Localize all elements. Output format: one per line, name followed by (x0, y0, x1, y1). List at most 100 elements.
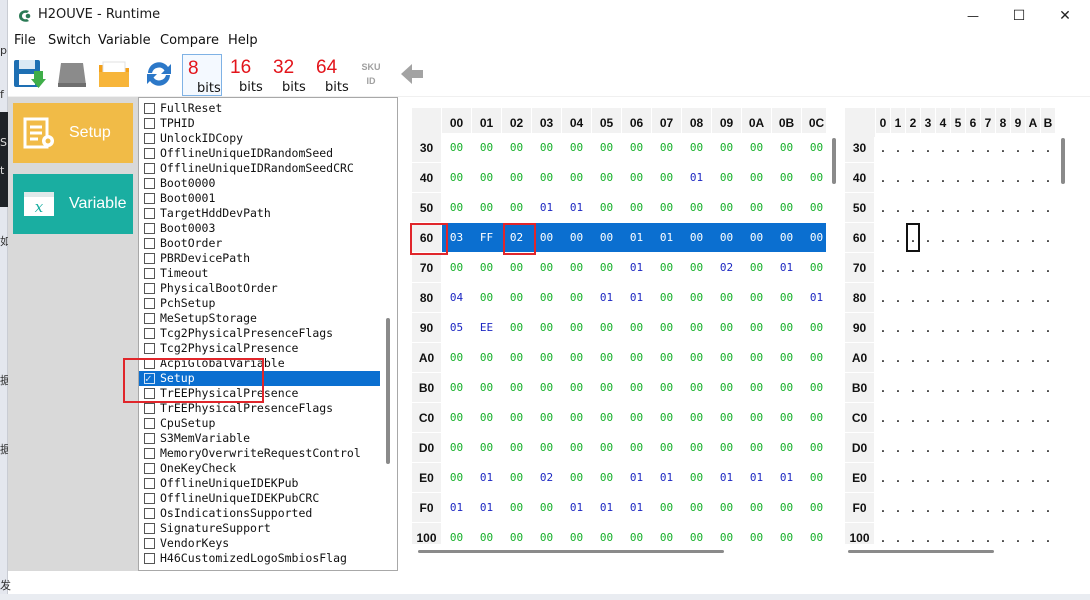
hex-cell[interactable]: 00 (562, 133, 591, 162)
ascii-row-address[interactable]: 80 (845, 283, 874, 312)
hex-cell[interactable]: 00 (502, 283, 531, 312)
ascii-cell[interactable]: . (1041, 493, 1055, 522)
hex-cell[interactable]: 00 (652, 343, 681, 372)
ascii-row-address[interactable]: 100 (845, 523, 874, 544)
variable-item[interactable]: Tcg2PhysicalPresenceFlags (139, 326, 380, 341)
hex-cell[interactable]: 00 (742, 283, 771, 312)
hex-cell[interactable]: 00 (532, 163, 561, 192)
ascii-row-address[interactable]: 90 (845, 313, 874, 342)
hex-cell[interactable]: 00 (742, 433, 771, 462)
hex-cell[interactable]: 00 (532, 403, 561, 432)
ascii-cell[interactable]: . (1011, 523, 1025, 544)
bits-64-button[interactable]: 64 bits (311, 54, 351, 96)
hex-cell[interactable]: 00 (592, 163, 621, 192)
hex-cell[interactable]: 00 (802, 523, 826, 544)
variable-checkbox[interactable] (144, 208, 155, 219)
ascii-vertical-scrollbar[interactable] (1061, 138, 1065, 184)
hex-cell[interactable]: 01 (772, 463, 801, 492)
save-icon[interactable] (12, 57, 46, 91)
ascii-cell[interactable]: . (966, 343, 980, 372)
hex-cell[interactable]: 00 (712, 373, 741, 402)
hex-cell[interactable]: 00 (802, 493, 826, 522)
hex-cell[interactable]: 00 (442, 133, 471, 162)
hex-row-address[interactable]: 90 (412, 313, 441, 342)
minimize-button[interactable]: — (950, 0, 996, 31)
hex-cell[interactable]: 00 (772, 403, 801, 432)
variable-item[interactable]: VendorKeys (139, 536, 380, 551)
ascii-cell[interactable]: . (876, 493, 890, 522)
ascii-cell[interactable]: . (891, 193, 905, 222)
ascii-cell[interactable]: . (951, 343, 965, 372)
hex-cell[interactable]: 00 (502, 193, 531, 222)
hex-cell[interactable]: 00 (592, 373, 621, 402)
variable-checkbox[interactable] (144, 538, 155, 549)
ascii-cell[interactable]: . (1041, 313, 1055, 342)
variable-item[interactable]: TPHID (139, 116, 380, 131)
hex-cell[interactable]: 00 (532, 133, 561, 162)
ascii-cell[interactable]: . (936, 253, 950, 282)
hex-cell[interactable]: 00 (652, 433, 681, 462)
hex-cell[interactable]: 02 (532, 463, 561, 492)
variable-checkbox[interactable] (144, 163, 155, 174)
hex-cell[interactable]: 00 (562, 433, 591, 462)
hex-cell[interactable]: 00 (502, 313, 531, 342)
ascii-cell[interactable]: . (981, 223, 995, 252)
ascii-cell[interactable]: . (936, 403, 950, 432)
ascii-cell[interactable]: . (1041, 253, 1055, 282)
ascii-cell[interactable]: . (951, 163, 965, 192)
hex-cell[interactable]: 00 (682, 193, 711, 222)
ascii-cell[interactable]: . (966, 313, 980, 342)
ascii-cell[interactable]: . (1011, 373, 1025, 402)
hex-cell[interactable]: 00 (472, 343, 501, 372)
hex-cell[interactable]: 00 (772, 163, 801, 192)
ascii-cell[interactable]: . (996, 223, 1010, 252)
ascii-cell[interactable]: . (936, 313, 950, 342)
ascii-cell[interactable]: . (996, 343, 1010, 372)
hex-cell[interactable]: 00 (442, 433, 471, 462)
ascii-cell[interactable]: . (1026, 403, 1040, 432)
ascii-cell[interactable]: . (1026, 133, 1040, 162)
ascii-cell[interactable]: . (876, 463, 890, 492)
hex-cell[interactable]: 00 (472, 133, 501, 162)
device-icon[interactable] (55, 57, 89, 91)
ascii-cell[interactable]: . (891, 523, 905, 544)
hex-cell[interactable]: 00 (802, 193, 826, 222)
hex-cell[interactable]: 00 (622, 373, 651, 402)
hex-cell[interactable]: 00 (442, 373, 471, 402)
hex-cell[interactable]: 01 (622, 223, 651, 252)
ascii-horizontal-scrollbar[interactable] (848, 550, 994, 553)
hex-cell[interactable]: 00 (592, 523, 621, 544)
ascii-cell[interactable]: . (981, 133, 995, 162)
hex-cell[interactable]: 00 (622, 133, 651, 162)
variable-item[interactable]: OsIndicationsSupported (139, 506, 380, 521)
ascii-cell[interactable]: . (966, 433, 980, 462)
ascii-cell[interactable]: . (936, 163, 950, 192)
hex-cell[interactable]: 00 (682, 463, 711, 492)
variable-item[interactable]: TrEEPhysicalPresenceFlags (139, 401, 380, 416)
ascii-cell[interactable]: . (936, 493, 950, 522)
bits-32-button[interactable]: 32 bits (268, 54, 308, 96)
hex-cell[interactable]: 01 (622, 463, 651, 492)
menu-file[interactable]: File (14, 33, 36, 48)
variable-item[interactable]: TargetHddDevPath (139, 206, 380, 221)
variable-checkbox[interactable] (144, 148, 155, 159)
variable-item[interactable]: PchSetup (139, 296, 380, 311)
ascii-cell[interactable]: . (951, 253, 965, 282)
hex-cell[interactable]: 00 (682, 313, 711, 342)
hex-cell[interactable]: 00 (472, 253, 501, 282)
variable-item[interactable]: H46CustomizedLogoSmbiosFlag (139, 551, 380, 566)
ascii-cell[interactable]: . (981, 163, 995, 192)
ascii-cell[interactable]: . (906, 403, 920, 432)
hex-cell[interactable]: 00 (712, 433, 741, 462)
hex-cell[interactable]: 00 (712, 133, 741, 162)
hex-cell[interactable]: 00 (502, 403, 531, 432)
hex-cell[interactable]: 00 (742, 403, 771, 432)
hex-cell[interactable]: 01 (622, 283, 651, 312)
ascii-cell[interactable]: . (1026, 433, 1040, 462)
ascii-cell[interactable]: . (981, 343, 995, 372)
ascii-cell[interactable]: . (996, 463, 1010, 492)
hex-cell[interactable]: 00 (532, 283, 561, 312)
menu-compare[interactable]: Compare (160, 33, 219, 48)
hex-cell[interactable]: 00 (652, 253, 681, 282)
ascii-cell[interactable]: . (921, 373, 935, 402)
